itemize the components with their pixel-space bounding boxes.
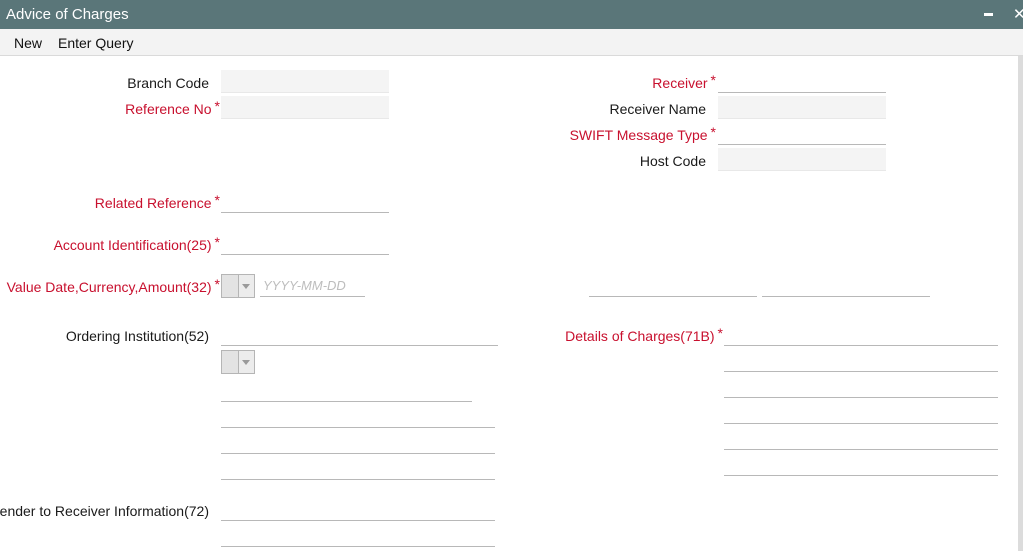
value-date-currency-amount-label: Value Date,Currency,Amount(32) * xyxy=(6,276,220,295)
sender-to-receiver-info-field-1[interactable] xyxy=(221,498,495,521)
swift-message-type-field[interactable] xyxy=(718,122,886,145)
enter-query-button[interactable]: Enter Query xyxy=(58,35,133,51)
details-of-charges-label: Details of Charges(71B) * xyxy=(565,325,723,344)
amount-field[interactable] xyxy=(762,274,930,297)
branch-code-field[interactable] xyxy=(221,70,389,93)
ordering-institution-field-1[interactable] xyxy=(221,323,498,346)
close-icon[interactable]: ✕ xyxy=(1013,5,1023,23)
details-of-charges-field-4[interactable] xyxy=(724,401,998,424)
sender-to-receiver-info-label: Sender to Receiver Information(72) xyxy=(0,503,209,519)
ordering-institution-field-3[interactable] xyxy=(221,405,495,428)
ordering-institution-field-2[interactable] xyxy=(221,379,472,402)
sender-to-receiver-info-field-2[interactable] xyxy=(221,524,495,547)
details-of-charges-field-5[interactable] xyxy=(724,427,998,450)
details-of-charges-field-3[interactable] xyxy=(724,375,998,398)
related-reference-field[interactable] xyxy=(221,190,389,213)
select-box xyxy=(222,275,239,297)
required-marker: * xyxy=(214,98,220,114)
ordering-institution-field-5[interactable] xyxy=(221,457,495,480)
branch-code-label: Branch Code xyxy=(127,75,209,91)
value-date-select[interactable] xyxy=(221,274,255,298)
required-marker: * xyxy=(214,192,220,208)
minimize-icon[interactable] xyxy=(984,13,993,16)
required-marker: * xyxy=(214,234,220,250)
receiver-field[interactable] xyxy=(718,70,886,93)
reference-no-field[interactable] xyxy=(221,96,389,119)
required-marker: * xyxy=(710,72,716,88)
ordering-institution-field-4[interactable] xyxy=(221,431,495,454)
account-identification-field[interactable] xyxy=(221,232,389,255)
window-title: Advice of Charges xyxy=(6,6,129,23)
details-of-charges-field-2[interactable] xyxy=(724,349,998,372)
select-box xyxy=(222,351,239,373)
menu-bar: New Enter Query xyxy=(0,29,1023,56)
required-marker: * xyxy=(214,276,220,292)
related-reference-label: Related Reference * xyxy=(94,192,220,211)
window-titlebar: Advice of Charges ✕ xyxy=(0,0,1023,29)
account-identification-label: Account Identification(25) * xyxy=(53,234,220,253)
required-marker: * xyxy=(717,325,723,341)
new-button[interactable]: New xyxy=(14,35,42,51)
receiver-label: Receiver * xyxy=(652,72,716,91)
chevron-down-icon xyxy=(242,284,250,289)
scrollbar-edge xyxy=(1018,56,1023,551)
chevron-down-icon xyxy=(242,360,250,365)
receiver-name-field[interactable] xyxy=(718,96,886,119)
details-of-charges-field-1[interactable] xyxy=(724,323,998,346)
ordering-institution-label: Ordering Institution(52) xyxy=(65,328,209,344)
swift-message-type-label: SWIFT Message Type * xyxy=(569,124,716,143)
host-code-field[interactable] xyxy=(718,148,886,171)
ordering-institution-select[interactable] xyxy=(221,350,255,374)
currency-field[interactable] xyxy=(589,274,757,297)
value-date-field[interactable] xyxy=(260,274,365,297)
reference-no-label: Reference No * xyxy=(125,98,220,117)
required-marker: * xyxy=(710,124,716,140)
details-of-charges-field-6[interactable] xyxy=(724,453,998,476)
receiver-name-label: Receiver Name xyxy=(609,101,706,117)
host-code-label: Host Code xyxy=(639,153,706,169)
